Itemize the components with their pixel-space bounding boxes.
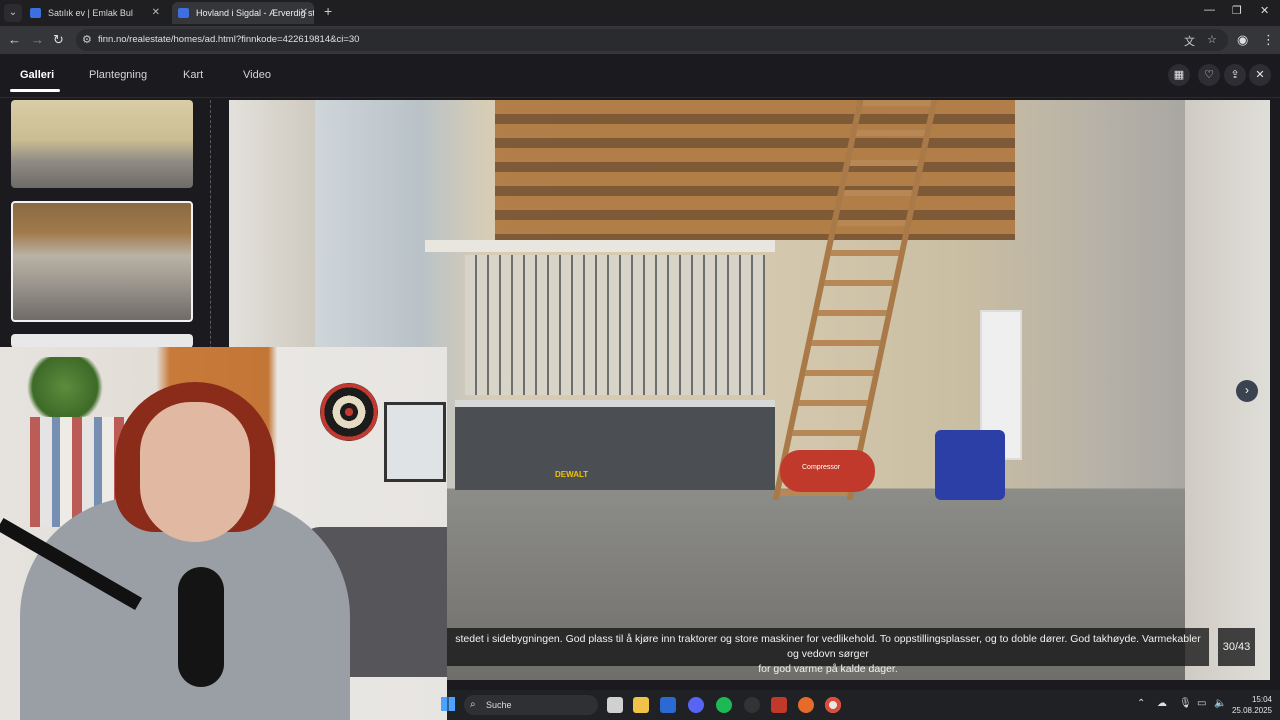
volume-icon[interactable]: 🔈	[1214, 698, 1226, 709]
tab-galleri[interactable]: Galleri	[20, 69, 54, 81]
webcam-overlay	[0, 347, 447, 720]
address-bar-row: ← → ↻ ⚙ finn.no/realestate/homes/ad.html…	[0, 26, 1280, 54]
search-icon: ⌕	[470, 699, 476, 710]
browser-tab-emlak[interactable]: Satılık ev | Emlak Bul ✕	[24, 2, 166, 24]
app-icon[interactable]	[771, 697, 787, 713]
workbench: DEWALT	[455, 400, 775, 490]
person-face	[140, 402, 250, 542]
tab-favicon-icon	[178, 8, 189, 18]
discord-icon[interactable]	[688, 697, 704, 713]
tab-search-icon[interactable]: ⌄	[4, 4, 22, 22]
tool-pegboard	[465, 255, 765, 395]
reload-icon[interactable]: ↻	[53, 32, 64, 48]
taskbar-clock[interactable]: 15:04 25.08.2025	[1232, 694, 1272, 716]
clock-date: 25.08.2025	[1231, 706, 1272, 715]
tray-chevron-icon[interactable]: ⌃	[1137, 698, 1145, 709]
heart-icon[interactable]: ♡	[1198, 64, 1220, 86]
active-tab-indicator	[10, 89, 60, 92]
photo-caption: stedet i sidebygningen. God plass til å …	[447, 628, 1209, 675]
network-icon[interactable]: ▭	[1197, 698, 1206, 709]
air-compressor: Compressor	[780, 450, 875, 492]
url-text: finn.no/realestate/homes/ad.html?finnkod…	[98, 34, 360, 45]
browser-tab-finn[interactable]: Hovland i Sigdal - Ærverdig sto ✕	[172, 2, 314, 24]
browser-tab-strip: ⌄ Satılık ev | Emlak Bul ✕ Hovland i Sig…	[0, 0, 1280, 26]
pressure-washer	[935, 430, 1005, 500]
close-window-icon[interactable]: ✕	[1260, 4, 1269, 17]
gallery-thumbnail-selected[interactable]	[11, 201, 193, 322]
share-icon[interactable]: ⇪	[1224, 64, 1246, 86]
maximize-icon[interactable]: ❐	[1232, 4, 1242, 17]
translate-icon[interactable]: 文	[1184, 33, 1195, 49]
gallery-thumbnail[interactable]	[11, 334, 193, 348]
wooden-loft	[495, 100, 1015, 240]
task-view-icon[interactable]	[607, 697, 623, 713]
next-photo-button[interactable]: ›	[1236, 380, 1258, 402]
chrome-icon[interactable]	[825, 697, 841, 713]
menu-icon[interactable]: ⋮	[1262, 32, 1275, 48]
microphone	[178, 567, 224, 687]
compressor-label: Compressor	[802, 464, 841, 471]
dartboard	[320, 383, 378, 441]
tab-title: Hovland i Sigdal - Ærverdig sto	[196, 8, 314, 18]
spotify-icon[interactable]	[716, 697, 732, 713]
gallery-thumbnail[interactable]	[11, 100, 193, 188]
forward-icon[interactable]: →	[31, 32, 44, 47]
caption-line: stedet i sidebygningen. God plass til å …	[455, 633, 1201, 660]
close-tab-icon[interactable]: ✕	[152, 2, 160, 24]
picture-frame	[384, 402, 446, 482]
tab-favicon-icon	[30, 8, 41, 18]
store-icon[interactable]	[660, 697, 676, 713]
plant	[20, 357, 110, 417]
wall-shelf	[425, 240, 775, 252]
obs-icon[interactable]	[744, 697, 760, 713]
tab-title: Satılık ev | Emlak Bul	[48, 8, 133, 18]
microphone-icon[interactable]: 🎙	[1179, 698, 1192, 709]
windows-start-icon[interactable]	[441, 697, 455, 711]
back-icon[interactable]: ←	[8, 32, 21, 47]
photo-counter: 30/43	[1218, 628, 1255, 666]
calendar-icon[interactable]: ▦	[1168, 64, 1190, 86]
clock-time: 15:04	[1251, 695, 1272, 704]
caption-line: for god varme på kalde dager.	[758, 663, 898, 675]
windows-taskbar: ⌕ Suche ⌃ ☁ 🎙 ▭ 🔈 15:04 25.08.2025	[441, 690, 1280, 720]
minimize-icon[interactable]: —	[1204, 4, 1215, 16]
firefox-icon[interactable]	[798, 697, 814, 713]
cloud-icon[interactable]: ☁	[1157, 698, 1167, 709]
tab-video[interactable]: Video	[243, 69, 271, 81]
site-info-icon[interactable]: ⚙	[82, 33, 92, 46]
dewalt-label: DEWALT	[555, 470, 589, 479]
search-placeholder: Suche	[486, 700, 512, 710]
profile-icon[interactable]: ◉	[1237, 32, 1248, 48]
file-explorer-icon[interactable]	[633, 697, 649, 713]
url-field[interactable]: ⚙ finn.no/realestate/homes/ad.html?finnk…	[76, 29, 1228, 51]
tab-kart[interactable]: Kart	[183, 69, 203, 81]
close-tab-icon[interactable]: ✕	[300, 2, 308, 24]
tab-plantegning[interactable]: Plantegning	[89, 69, 147, 81]
close-icon[interactable]: ✕	[1249, 64, 1271, 86]
bookmark-star-icon[interactable]: ☆	[1207, 33, 1217, 46]
gallery-header: Galleri Plantegning Kart Video ▦ ♡ ⇪ ✕	[0, 54, 1280, 98]
taskbar-search[interactable]: ⌕ Suche	[464, 695, 598, 715]
new-tab-icon[interactable]: +	[324, 3, 332, 19]
